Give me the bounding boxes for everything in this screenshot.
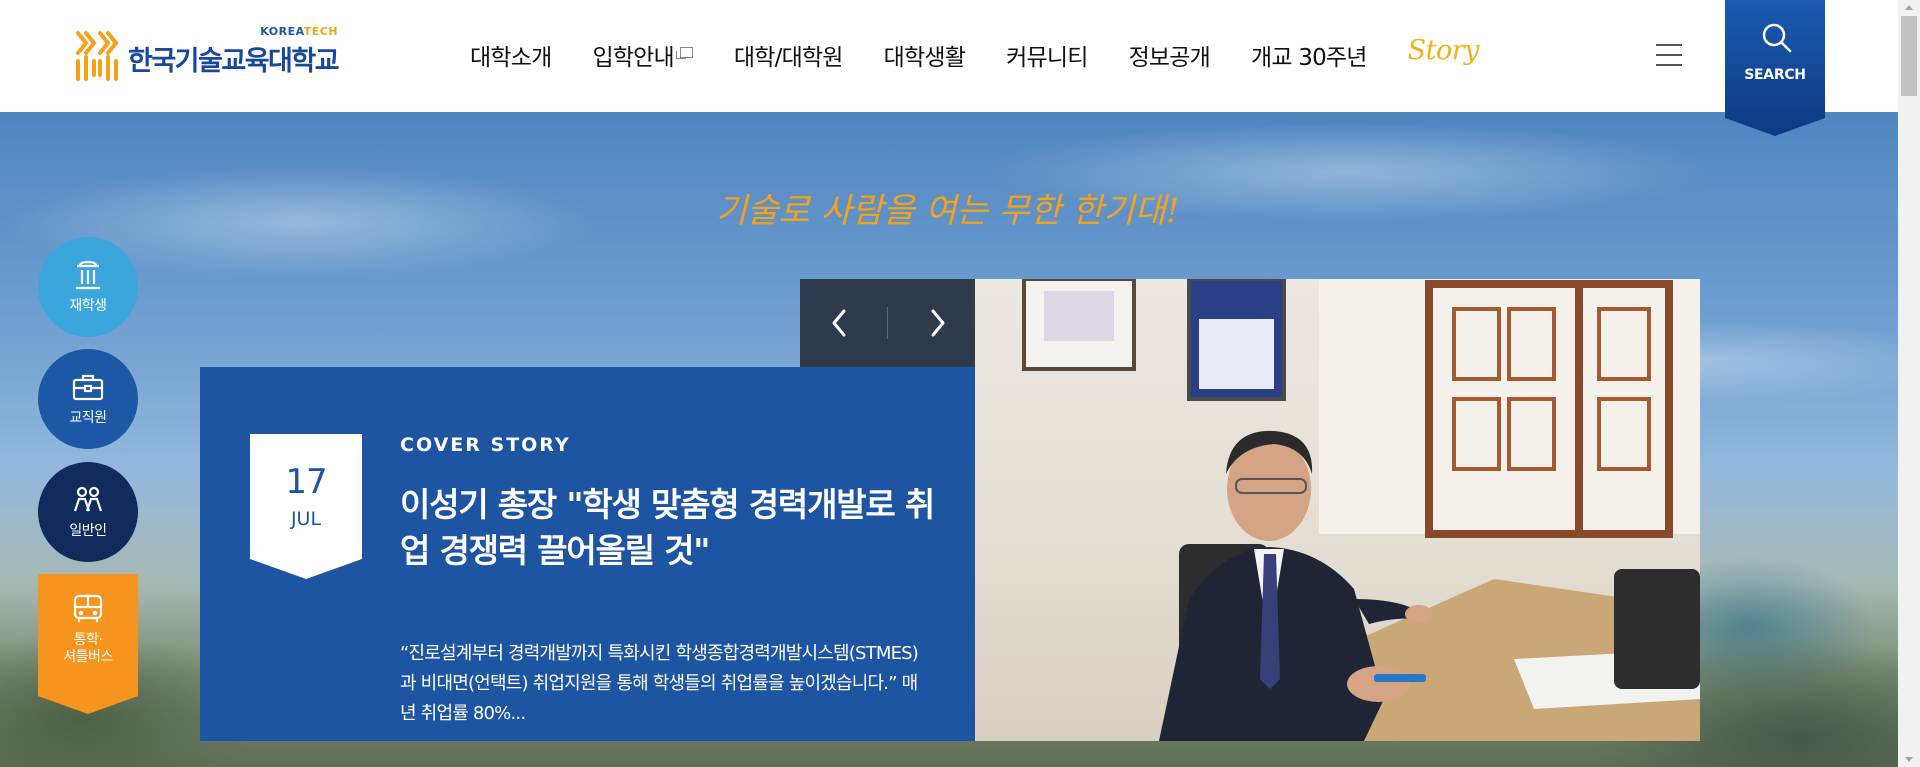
slide-controls [800,279,975,367]
cover-story-title[interactable]: 이성기 총장 "학생 맞춤형 경력개발로 취업 경쟁력 끌어올릴 것" [400,482,940,574]
site-header: KOREATECH 한국기술교육대학교 대학소개 입학안내 대학/대학원 대학생… [0,0,1898,112]
date-badge-shape [250,434,362,579]
logo-university-name: 한국기술교육대학교 [128,45,340,77]
logo-emblem-icon [76,31,119,81]
quick-menu-shuttle-bus[interactable]: 통학· 셔틀버스 [38,574,138,714]
bus-icon [73,594,103,622]
nav-item-30th-anniversary[interactable]: 개교 30주년 [1251,38,1367,72]
nav-item-story[interactable]: Story [1408,35,1480,72]
nav-item-admissions[interactable]: 입학안내 [592,38,693,72]
chevron-right-icon [931,309,945,337]
chevron-left-icon [832,309,846,337]
date-badge: 17 JUL [250,434,362,579]
logo-sub-korea: KOREA [260,24,304,38]
quick-menu-label: 교직원 [69,409,107,426]
quick-menu-label: 일반인 [69,522,107,539]
search-label: SEARCH [1744,67,1806,83]
nav-item-colleges[interactable]: 대학/대학원 [733,38,844,72]
quick-menu-label-line1: 통학· [73,632,103,648]
president-photo [1022,279,1700,741]
hamburger-line [1656,64,1682,66]
slogan-text: 기술로 사람을 여는 무한 한기대! [716,191,1180,231]
cover-story-label: COVER STORY [400,434,571,456]
cover-story-photo[interactable] [974,279,1700,741]
nav-item-label: 정보공개 [1128,45,1211,71]
previous-slide-button[interactable] [818,301,862,345]
menu-hamburger-icon[interactable] [1656,44,1682,66]
quick-menu-students[interactable]: 재학생 [38,237,138,337]
scrollbar-thumb[interactable] [1901,16,1917,96]
nav-item-label: 입학안내 [592,45,674,71]
quick-menu-public[interactable]: 일반인 [38,462,138,562]
slogan-image: 기술로 사람을 여는 무한 한기대! [716,191,1180,231]
cover-story-panel: 17 JUL COVER STORY 이성기 총장 "학생 맞춤형 경력개발로 … [200,367,975,741]
quick-menu-staff[interactable]: 교직원 [38,349,138,449]
date-month: JUL [290,508,322,530]
search-icon [1762,23,1792,53]
quick-menu-label: 재학생 [69,297,107,314]
quick-menu-label: 통학· 셔틀버스 [63,632,113,666]
nav-item-about[interactable]: 대학소개 [470,38,552,72]
search-button[interactable]: SEARCH [1725,0,1825,136]
external-link-icon [675,46,693,59]
nav-item-community[interactable]: 커뮤니티 [1006,38,1088,72]
main-navigation: 대학소개 입학안내 대학/대학원 대학생활 커뮤니티 정보공개 개교 30주년 … [470,35,1480,72]
student-icon [76,260,100,289]
slide-controls-divider [887,307,888,339]
nav-item-label: 대학/대학원 [733,45,844,71]
people-icon [73,486,103,511]
nav-item-label: 커뮤니티 [1006,45,1088,71]
logo-sub-tech: TECH [303,24,339,38]
logo-subtitle: KOREATECH [260,25,338,38]
nav-item-label: 개교 30주년 [1251,45,1367,71]
scroll-down-arrow-icon[interactable] [1898,751,1920,767]
page-scrollbar[interactable] [1898,0,1920,767]
quick-menu-label-line2: 셔틀버스 [63,649,113,665]
hamburger-line [1656,54,1682,56]
nav-item-label: 대학소개 [470,45,552,71]
hero-visual: 기술로 사람을 여는 무한 한기대! 재학생 교직원 일반인 통학· 셔틀버스 … [0,112,1898,767]
university-logo[interactable]: KOREATECH 한국기술교육대학교 [74,22,340,86]
next-slide-button[interactable] [915,301,959,345]
scroll-up-arrow-icon[interactable] [1898,0,1920,16]
briefcase-icon [72,374,104,400]
nav-item-campus-life[interactable]: 대학생활 [883,38,966,72]
nav-item-disclosure[interactable]: 정보공개 [1128,38,1211,72]
cover-story-description: “진로설계부터 경력개발까지 특화시킨 학생종합경력개발시스템(STMES)과 … [400,643,919,724]
nav-item-label: 대학생활 [883,45,966,71]
date-day: 17 [285,462,327,502]
hamburger-line [1656,44,1682,46]
logo-text: KOREATECH 한국기술교육대학교 [128,25,340,78]
quick-menu-bus-content: 통학· 셔틀버스 [63,594,113,666]
